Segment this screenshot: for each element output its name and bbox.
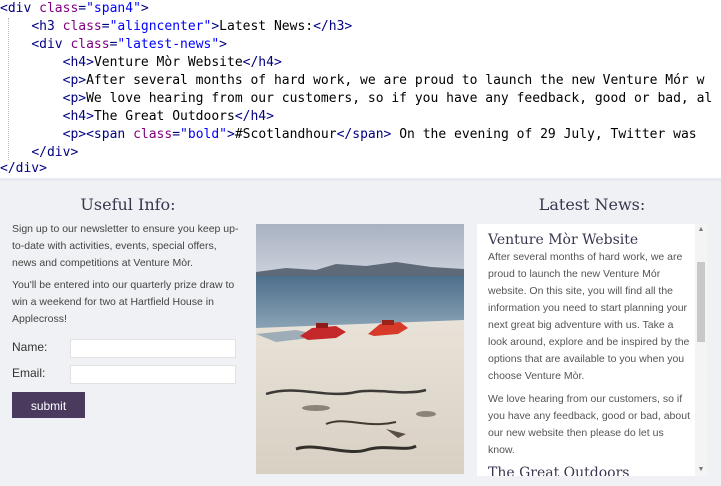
code-view: <div class="span4"> <h3 class="aligncent… [0,0,721,178]
code-token: <h3 [31,19,63,34]
news-item-title: The Great Outdoors [488,465,630,476]
code-token: </div> [31,145,79,160]
code-token: <p> [62,91,87,106]
scroll-up-icon[interactable]: ▲ [697,226,705,234]
code-token: <p><span [62,127,134,142]
code-token: > [211,19,220,34]
newsletter-text: Sign up to our newsletter to ensure you … [12,223,239,269]
code-line: <div class="latest-news"> [0,36,721,54]
code-line: <p>After several months of hard work, we… [0,72,721,90]
code-line: </div> [0,160,721,178]
code-token: </span> [336,127,392,142]
name-label: Name: [12,340,48,354]
code-token: > [140,1,149,16]
code-token: We love hearing from our customers, so i… [86,91,713,106]
submit-button[interactable]: submit [12,392,85,418]
code-token: = [78,1,87,16]
latest-news-scrollbox[interactable]: Venture Mòr Website After several months… [477,224,707,476]
code-token: = [172,127,181,142]
code-token: Latest News: [219,19,314,34]
code-token: <p> [62,73,87,88]
scroll-down-icon[interactable]: ▼ [697,466,705,474]
code-token: "aligncenter" [109,19,212,34]
code-line: <h4>Venture Mòr Website</h4> [0,54,721,72]
code-token: #Scotlandhour [234,127,337,142]
code-token: "span4" [86,1,141,16]
code-token: The Great Outdoors [93,109,235,124]
code-line: <p><span class="bold">#Scotlandhour</spa… [0,126,721,144]
code-token: class [70,37,110,52]
email-field[interactable] [70,365,236,384]
website-preview: Useful Info: Sign up to our newsletter t… [0,181,721,486]
prize-draw-text: You'll be entered into our quarterly pri… [12,279,235,325]
code-token: > [219,37,227,52]
code-token: class [133,127,173,142]
code-token: </div> [0,161,47,176]
code-token: On the evening of 29 July, Twitter was [391,127,705,142]
code-token: Venture Mòr Website [93,55,243,70]
latest-news-heading: Latest News: [538,195,646,214]
email-label: Email: [12,366,46,380]
code-token: </h4> [242,55,282,70]
code-token: <h4> [62,109,94,124]
latest-news-list: Venture Mòr Website After several months… [488,232,693,476]
code-line: <div class="span4"> [0,0,721,18]
code-token: class [39,1,79,16]
code-token: <h4> [62,55,94,70]
code-token: "bold" [180,127,228,142]
code-line: <h3 class="aligncenter">Latest News:</h3… [0,18,721,36]
name-field[interactable] [70,339,236,358]
code-token: class [62,19,102,34]
news-item-paragraph: After several months of hard work, we ar… [488,251,690,382]
useful-info-heading: Useful Info: [80,195,176,214]
code-token: <div [0,1,40,16]
scrollbar[interactable]: ▲ ▼ [695,224,707,476]
scroll-thumb[interactable] [697,262,705,342]
news-item-paragraph: We love hearing from our customers, so i… [488,393,690,456]
code-token: > [227,127,235,142]
code-line: <h4>The Great Outdoors</h4> [0,108,721,126]
code-token: = [101,19,110,34]
code-token: After several months of hard work, we ar… [86,73,705,88]
code-token: <div [31,37,71,52]
code-token: </h4> [234,109,274,124]
code-token: "latest-news" [117,37,220,52]
beach-kayaks-photo [256,224,464,474]
code-line: <p>We love hearing from our customers, s… [0,90,721,108]
code-token: </h3> [313,19,353,34]
news-item-title: Venture Mòr Website [488,232,639,248]
